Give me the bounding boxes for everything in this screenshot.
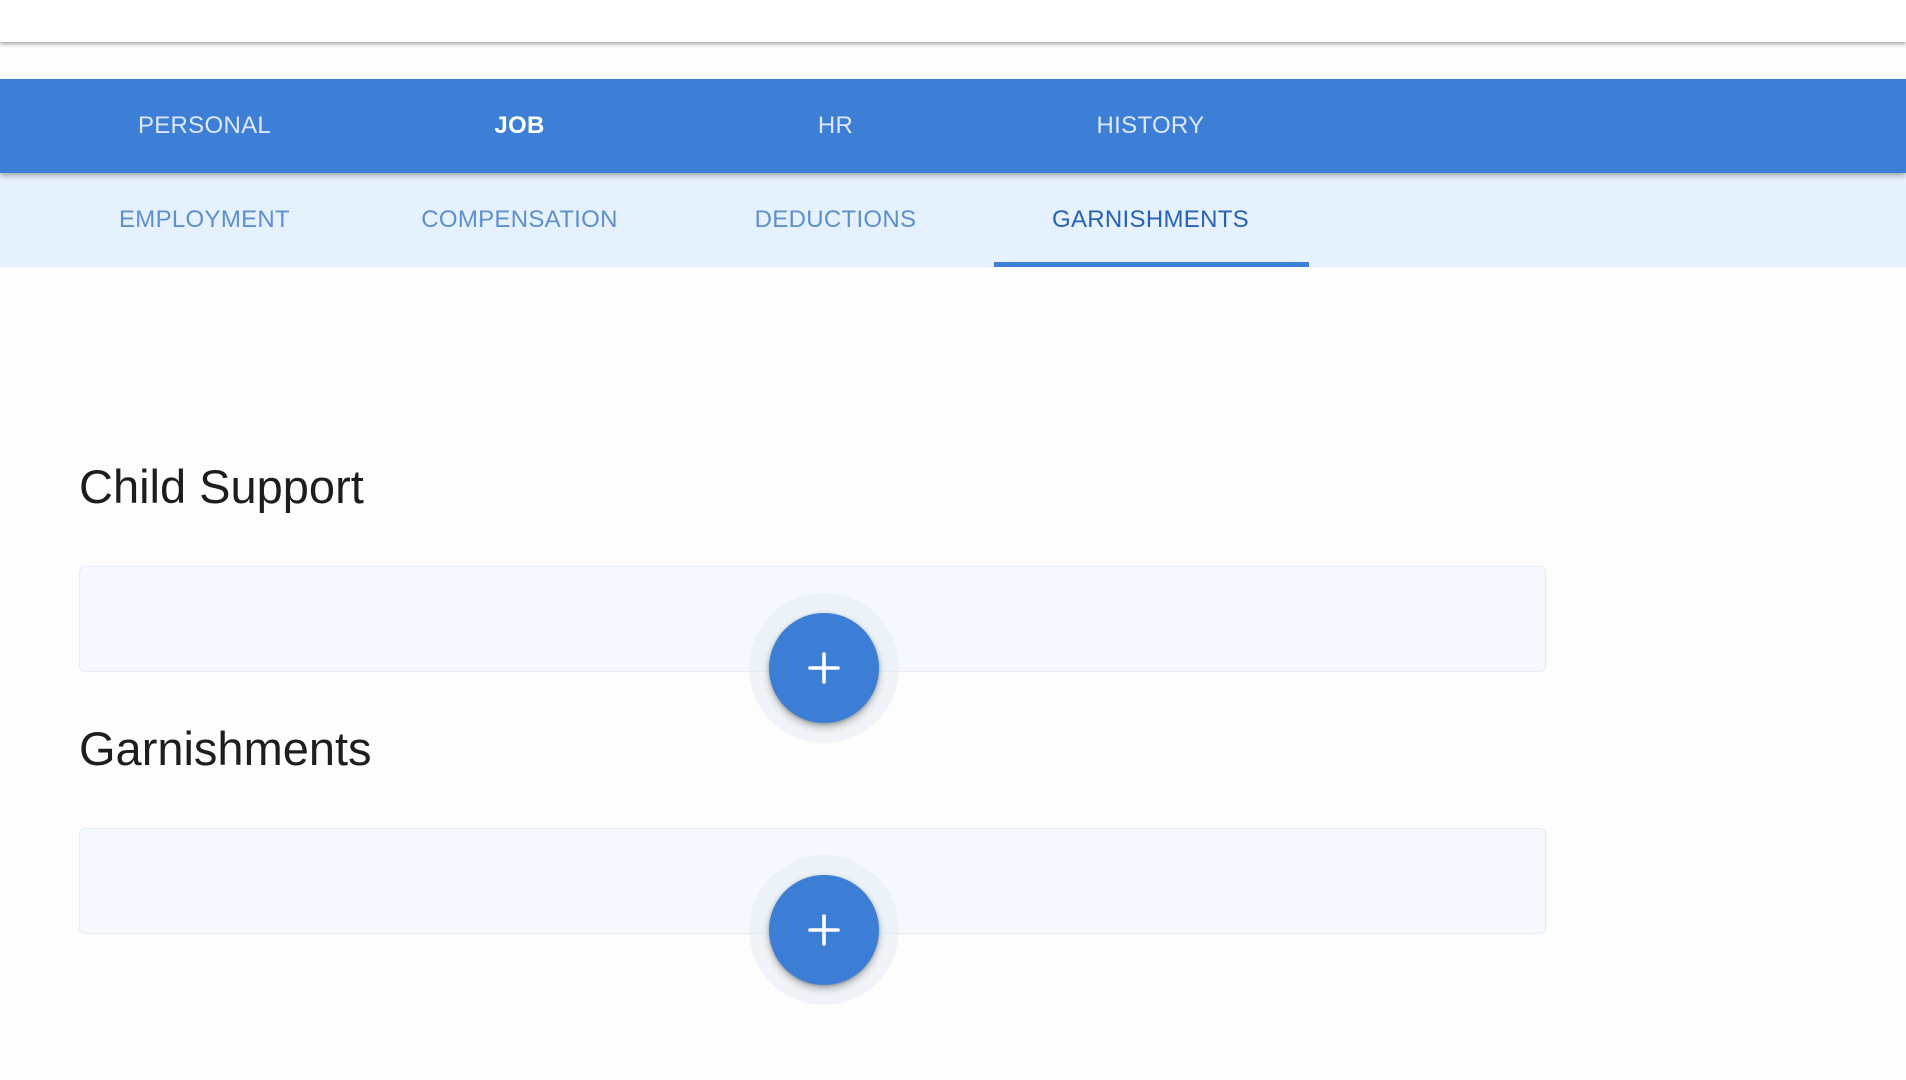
plus-icon [808,652,840,684]
tab-history[interactable]: HISTORY [993,79,1308,173]
section-title-child-support: Child Support [79,460,364,513]
tab-hr[interactable]: HR [678,79,993,173]
active-tab-indicator [994,262,1309,267]
tab-personal[interactable]: PERSONAL [47,79,362,173]
add-child-support-button[interactable] [769,613,879,723]
tab-employment[interactable]: EMPLOYMENT [47,173,362,267]
add-garnishment-button[interactable] [769,875,879,985]
primary-tab-bar: PERSONAL JOB HR HISTORY [0,79,1906,173]
top-app-bar [0,0,1906,42]
plus-icon [808,914,840,946]
tab-deductions[interactable]: DEDUCTIONS [678,173,993,267]
secondary-tab-bar: EMPLOYMENT COMPENSATION DEDUCTIONS GARNI… [0,173,1906,267]
section-title-garnishments: Garnishments [79,722,372,775]
tab-job[interactable]: JOB [362,79,677,173]
tab-garnishments[interactable]: GARNISHMENTS [993,173,1308,267]
tab-compensation[interactable]: COMPENSATION [362,173,677,267]
